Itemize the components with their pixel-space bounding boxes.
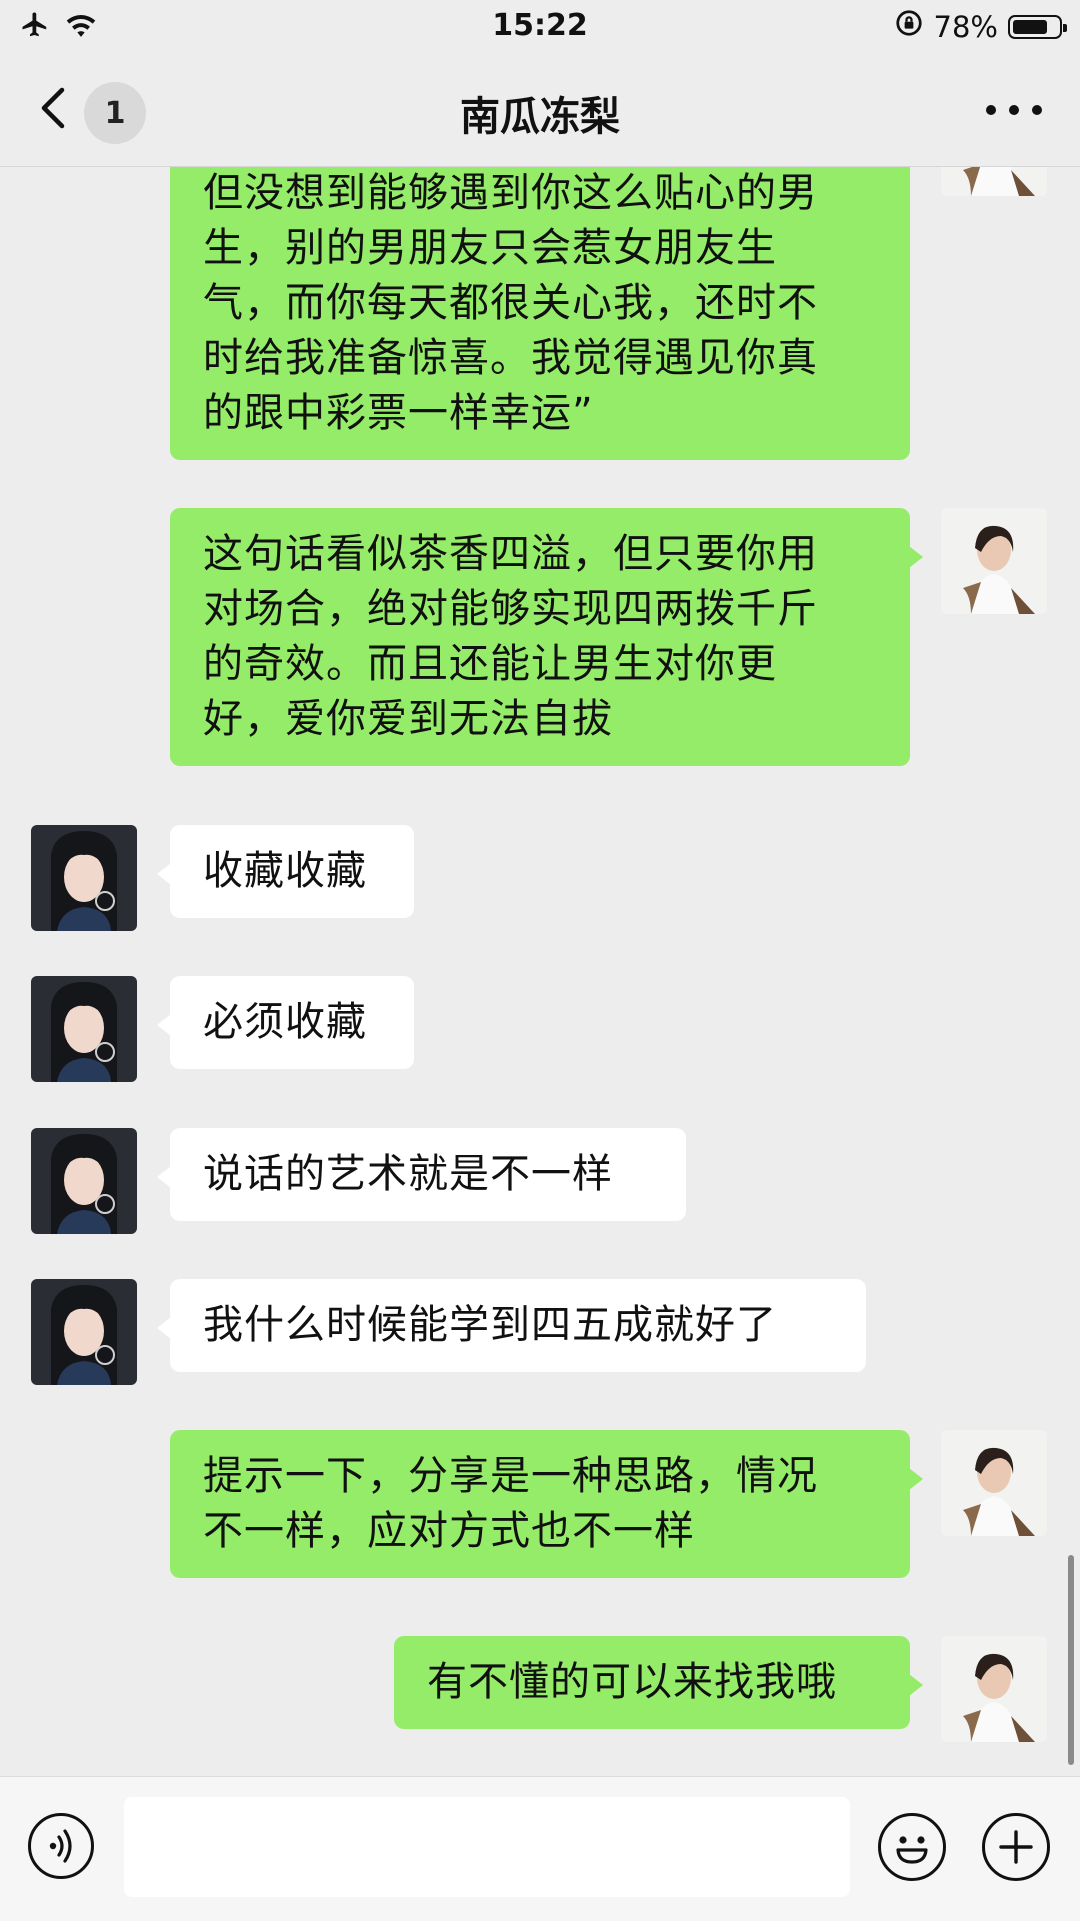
message-line: 我什么时候能学到四五成就好了 [203, 1302, 777, 1348]
status-bar: 15:22 78% [0, 0, 1080, 52]
message-line: 对场合，绝对能够实现四两拨千斤 [203, 586, 818, 632]
emoji-button[interactable] [878, 1813, 946, 1881]
contact-avatar[interactable] [31, 976, 137, 1082]
voice-icon [49, 1829, 72, 1863]
message-line: 的奇效。而且还能让男生对你更 [203, 641, 777, 687]
battery-tip [1063, 23, 1067, 32]
message-bubble-0[interactable]: 但没想到能够遇到你这么贴心的男 生，别的男朋友只会惹女朋友生 气，而你每天都很关… [170, 167, 910, 460]
message-line: 好，爱你爱到无法自拔 [203, 696, 613, 742]
chat-history[interactable]: 但没想到能够遇到你这么贴心的男 生，别的男朋友只会惹女朋友生 气，而你每天都很关… [0, 167, 1080, 1775]
emoji-icon [896, 1836, 928, 1864]
more-icon [986, 105, 996, 115]
battery-fill [1013, 19, 1047, 34]
my-avatar[interactable] [941, 508, 1047, 614]
nav-bar: 1 南瓜冻梨 [0, 52, 1080, 167]
message-bubble-7[interactable]: 有不懂的可以来找我哦 [394, 1636, 923, 1729]
message-input[interactable] [124, 1797, 850, 1897]
rotation-lock-icon [894, 8, 924, 45]
message-line: 不一样，应对方式也不一样 [203, 1508, 695, 1554]
more-functions-button[interactable] [982, 1813, 1050, 1881]
message-bubble-2[interactable]: 收藏收藏 [157, 825, 414, 918]
message-line: 收藏收藏 [203, 848, 367, 894]
my-avatar[interactable] [941, 167, 1047, 196]
message-bubble-6[interactable]: 提示一下，分享是一种思路，情况 不一样，应对方式也不一样 [170, 1430, 923, 1578]
scrollbar[interactable] [1068, 1555, 1074, 1765]
message-line: 生，别的男朋友只会惹女朋友生 [203, 225, 777, 271]
battery-percent: 78% [933, 9, 998, 44]
message-line: 气，而你每天都很关心我，还时不 [203, 280, 818, 326]
my-avatar[interactable] [941, 1430, 1047, 1536]
contact-avatar[interactable] [31, 825, 137, 931]
message-bubble-1[interactable]: 这句话看似茶香四溢，但只要你用 对场合，绝对能够实现四两拨千斤 的奇效。而且还能… [170, 508, 923, 766]
plus-icon [999, 1830, 1033, 1864]
message-line: 的跟中彩票一样幸运” [203, 390, 594, 436]
message-bubble-3[interactable]: 必须收藏 [157, 976, 414, 1069]
contact-avatar[interactable] [31, 1128, 137, 1234]
message-line: 这句话看似茶香四溢，但只要你用 [203, 531, 818, 577]
more-icon [1032, 105, 1042, 115]
message-line: 有不懂的可以来找我哦 [427, 1659, 837, 1705]
message-bubble-4[interactable]: 说话的艺术就是不一样 [157, 1128, 686, 1221]
input-bar [0, 1776, 1080, 1921]
message-line: 必须收藏 [203, 999, 367, 1045]
more-button[interactable] [986, 100, 1042, 120]
message-line: 提示一下，分享是一种思路，情况 [203, 1453, 818, 1499]
message-line: 说话的艺术就是不一样 [203, 1151, 613, 1197]
message-bubble-5[interactable]: 我什么时候能学到四五成就好了 [157, 1279, 866, 1372]
chat-title: 南瓜冻梨 [460, 94, 620, 140]
voice-button[interactable] [28, 1813, 94, 1879]
status-right: 78% [894, 8, 1067, 45]
contact-avatar[interactable] [31, 1279, 137, 1385]
more-icon [1009, 105, 1019, 115]
my-avatar[interactable] [941, 1636, 1047, 1742]
message-line: 但没想到能够遇到你这么贴心的男 [203, 170, 818, 216]
message-line: 时给我准备惊喜。我觉得遇见你真 [203, 335, 818, 381]
battery-icon [1008, 14, 1067, 39]
